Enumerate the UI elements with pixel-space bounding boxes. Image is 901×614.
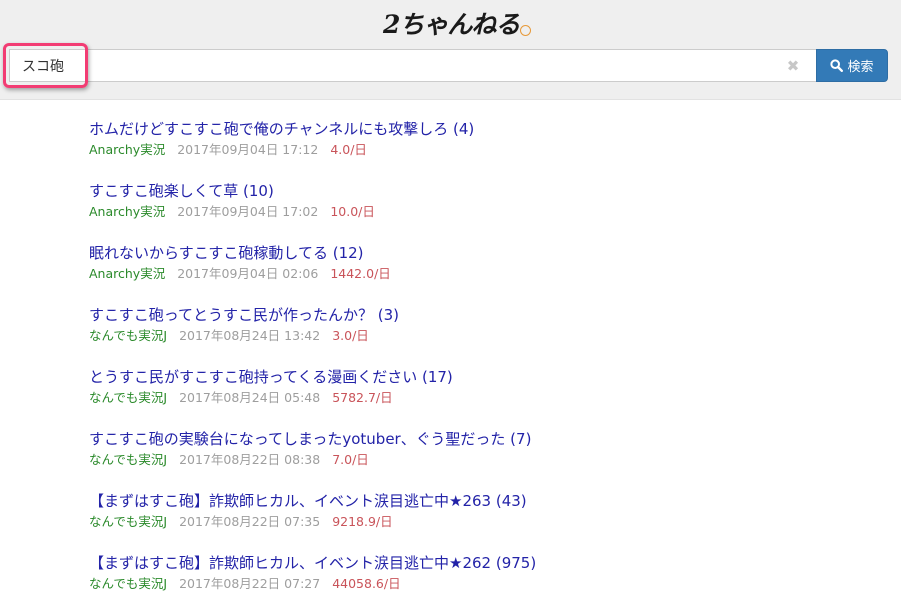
search-box: ✖ [9,49,816,82]
search-button-label: 検索 [847,60,874,75]
result-item: ホムだけどすこすこ砲で俺のチャンネルにも攻撃しろ (4) Anarchy実況 20… [89,118,889,180]
result-item: 眠れないからすこすこ砲稼動してる (12) Anarchy実況 2017年09月0… [89,242,889,304]
result-meta: なんでも実況J 2017年08月22日 07:35 9218.9/日 [89,512,889,532]
logo-text: 2ちゃんねる [383,10,520,39]
result-date: 2017年09月04日 02:06 [177,266,319,281]
result-board[interactable]: なんでも実況J [89,576,167,591]
result-date: 2017年09月04日 17:12 [177,142,319,157]
result-board[interactable]: Anarchy実況 [89,142,165,157]
result-title-link[interactable]: 眠れないからすこすこ砲稼動してる (12) [89,242,889,264]
result-title-link[interactable]: とうすこ民がすこすこ砲持ってくる漫画ください (17) [89,366,889,388]
result-speed: 5782.7/日 [332,390,393,405]
result-date: 2017年08月22日 07:27 [179,576,321,591]
result-meta: なんでも実況J 2017年08月22日 08:38 7.0/日 [89,450,889,470]
result-item: すこすこ砲の実験台になってしまったyotuber、ぐう聖だった (7) なんでも… [89,428,889,490]
result-speed: 9218.9/日 [332,514,393,529]
site-logo[interactable]: 2ちゃんねる [383,6,532,40]
result-meta: Anarchy実況 2017年09月04日 17:02 10.0/日 [89,202,889,222]
result-title-link[interactable]: すこすこ砲ってとうすこ民が作ったんか？ (3) [89,304,889,326]
result-board[interactable]: Anarchy実況 [89,266,165,281]
result-speed: 3.0/日 [332,328,369,343]
clear-icon[interactable]: ✖ [784,57,802,75]
result-meta: なんでも実況J 2017年08月24日 05:48 5782.7/日 [89,388,889,408]
result-board[interactable]: なんでも実況J [89,452,167,467]
result-date: 2017年08月24日 13:42 [179,328,321,343]
result-title-link[interactable]: ホムだけどすこすこ砲で俺のチャンネルにも攻撃しろ (4) [89,118,889,140]
search-button[interactable]: 検索 [816,49,888,82]
result-speed: 7.0/日 [332,452,369,467]
result-title-link[interactable]: 【まずはすこ砲】詐欺師ヒカル、イベント涙目逃亡中★262 (975) [89,552,889,574]
result-title-link[interactable]: 【まずはすこ砲】詐欺師ヒカル、イベント涙目逃亡中★263 (43) [89,490,889,512]
result-speed: 10.0/日 [330,204,375,219]
result-speed: 1442.0/日 [330,266,391,281]
result-date: 2017年08月22日 07:35 [179,514,321,529]
results-list: ホムだけどすこすこ砲で俺のチャンネルにも攻撃しろ (4) Anarchy実況 20… [89,118,889,614]
result-board[interactable]: なんでも実況J [89,390,167,405]
result-item: すこすこ砲楽しくて草 (10) Anarchy実況 2017年09月04日 17:… [89,180,889,242]
result-board[interactable]: なんでも実況J [89,514,167,529]
result-speed: 44058.6/日 [332,576,401,591]
result-speed: 4.0/日 [330,142,367,157]
logo-mark-icon [520,24,532,36]
header-bar: 2ちゃんねる ✖ 検索 [0,0,901,100]
result-item: すこすこ砲ってとうすこ民が作ったんか？ (3) なんでも実況J 2017年08月2… [89,304,889,366]
result-board[interactable]: Anarchy実況 [89,204,165,219]
result-date: 2017年08月24日 05:48 [179,390,321,405]
result-title-link[interactable]: すこすこ砲楽しくて草 (10) [89,180,889,202]
result-item: とうすこ民がすこすこ砲持ってくる漫画ください (17) なんでも実況J 2017年… [89,366,889,428]
result-item: 【まずはすこ砲】詐欺師ヒカル、イベント涙目逃亡中★262 (975) なんでも実… [89,552,889,614]
result-meta: Anarchy実況 2017年09月04日 02:06 1442.0/日 [89,264,889,284]
result-board[interactable]: なんでも実況J [89,328,167,343]
result-item: 【まずはすこ砲】詐欺師ヒカル、イベント涙目逃亡中★263 (43) なんでも実況… [89,490,889,552]
search-icon [830,59,844,72]
result-meta: なんでも実況J 2017年08月22日 07:27 44058.6/日 [89,574,889,594]
search-input[interactable] [22,50,762,81]
result-title-link[interactable]: すこすこ砲の実験台になってしまったyotuber、ぐう聖だった (7) [89,428,889,450]
result-date: 2017年08月22日 08:38 [179,452,321,467]
result-meta: なんでも実況J 2017年08月24日 13:42 3.0/日 [89,326,889,346]
result-meta: Anarchy実況 2017年09月04日 17:12 4.0/日 [89,140,889,160]
result-date: 2017年09月04日 17:02 [177,204,319,219]
